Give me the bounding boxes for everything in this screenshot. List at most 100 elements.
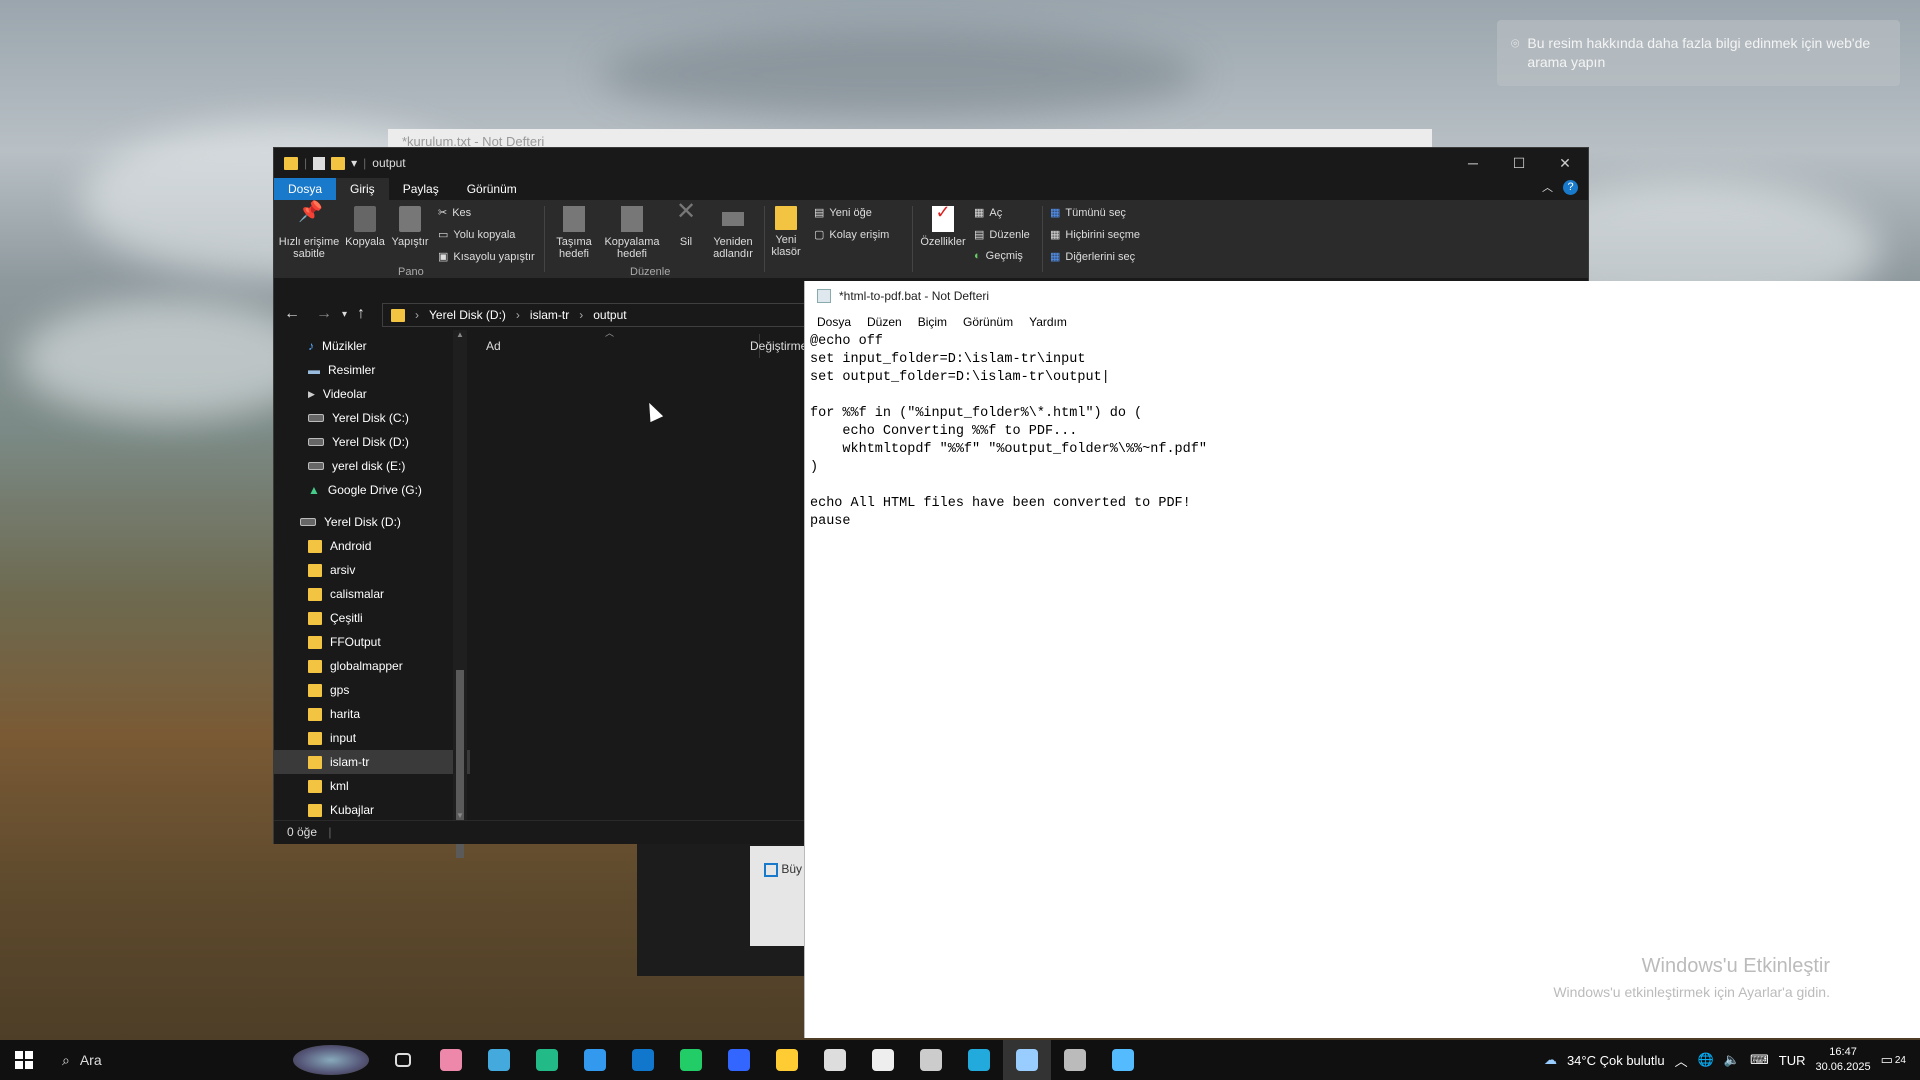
app6-icon[interactable]: [1099, 1040, 1147, 1080]
tab-paylas[interactable]: Paylaş: [389, 178, 453, 200]
chevron-down-icon[interactable]: ▾: [351, 156, 357, 170]
browser-icon[interactable]: [715, 1040, 763, 1080]
forward-arrow-icon[interactable]: →: [316, 305, 332, 323]
up-arrow-icon[interactable]: ↑: [357, 305, 365, 323]
settings-icon[interactable]: [907, 1040, 955, 1080]
rename-button[interactable]: Yeniden adlandır: [706, 206, 760, 260]
collapse-ribbon-icon[interactable]: ︿: [1542, 179, 1553, 195]
whatsapp-icon[interactable]: [667, 1040, 715, 1080]
notepad-editor[interactable]: @echo off set input_folder=D:\islam-tr\i…: [808, 333, 1920, 1038]
nav-item[interactable]: arsiv: [274, 558, 470, 582]
nav-item[interactable]: Yerel Disk (C:): [274, 406, 470, 430]
app3-icon[interactable]: [859, 1040, 907, 1080]
paste-button[interactable]: Yapıştır: [388, 206, 432, 248]
invert-selection-button[interactable]: ▦ Diğerlerini seç: [1050, 250, 1135, 264]
copy-to-button[interactable]: Kopyalama hedefi: [602, 206, 662, 260]
app4-icon[interactable]: [955, 1040, 1003, 1080]
app5-icon[interactable]: [1051, 1040, 1099, 1080]
open-button[interactable]: ▦ Aç: [974, 206, 1002, 220]
nav-item[interactable]: kml: [274, 774, 470, 798]
keyboard-icon[interactable]: ⌨: [1750, 1052, 1769, 1068]
tab-gorunum[interactable]: Görünüm: [453, 178, 531, 200]
menu-yardim[interactable]: Yardım: [1021, 315, 1075, 329]
nav-item[interactable]: Kubajlar: [274, 798, 470, 820]
nav-item[interactable]: Çeşitli: [274, 606, 470, 630]
breadcrumb-item[interactable]: Yerel Disk (D:): [429, 308, 506, 322]
search-highlight-icon[interactable]: [293, 1045, 369, 1075]
minimize-icon[interactable]: ─: [1450, 148, 1496, 178]
nav-item[interactable]: globalmapper: [274, 654, 470, 678]
nav-item[interactable]: islam-tr: [274, 750, 470, 774]
new-item-button[interactable]: ▤ Yeni öğe: [814, 206, 872, 220]
select-none-button[interactable]: ▦ Hiçbirini seçme: [1050, 228, 1140, 242]
volume-icon[interactable]: 🔈: [1724, 1052, 1740, 1068]
close-icon[interactable]: ✕: [1542, 148, 1588, 178]
easy-access-button[interactable]: ▢ Kolay erişim: [814, 228, 889, 242]
nav-item[interactable]: FFOutput: [274, 630, 470, 654]
copy-button[interactable]: Kopyala: [344, 206, 386, 248]
chevron-up-icon[interactable]: ︿: [1675, 1051, 1688, 1070]
properties-button[interactable]: ✓ Özellikler: [916, 203, 970, 248]
nav-item[interactable]: Yerel Disk (D:): [274, 430, 470, 454]
menu-dosya[interactable]: Dosya: [809, 315, 859, 329]
new-folder-icon[interactable]: [331, 156, 346, 170]
weather-text[interactable]: 34°C Çok bulutlu: [1567, 1053, 1665, 1068]
maximize-icon[interactable]: ☐: [1496, 148, 1542, 178]
new-folder-button[interactable]: Yeni klasör: [768, 206, 804, 258]
start-button[interactable]: [0, 1040, 48, 1080]
nav-item[interactable]: ▬ Resimler: [274, 358, 470, 382]
pin-button[interactable]: 📌 Hızlı erişime sabitle: [278, 202, 340, 260]
delete-button[interactable]: ✕ Sil: [668, 200, 704, 249]
nav-item[interactable]: Yerel Disk (D:): [274, 510, 470, 534]
nav-item[interactable]: calismalar: [274, 582, 470, 606]
copy-path-button[interactable]: ▭ Yolu kopyala: [438, 228, 515, 242]
explorer-icon[interactable]: [763, 1040, 811, 1080]
notepad-icon[interactable]: [1003, 1040, 1051, 1080]
nav-item[interactable]: ▲ Google Drive (G:): [274, 478, 470, 502]
nav-item[interactable]: ▶ Videolar: [274, 382, 470, 406]
edit-button[interactable]: ▤ Düzenle: [974, 228, 1030, 242]
column-header-modified[interactable]: Değiştirme: [750, 339, 810, 353]
separator: [1042, 206, 1043, 272]
recent-chevron-icon[interactable]: ▾: [342, 309, 347, 320]
nav-item[interactable]: ♪ Müzikler: [274, 334, 470, 358]
cut-button[interactable]: ✂ Kes: [438, 206, 471, 220]
checkbox[interactable]: [764, 862, 778, 877]
clock[interactable]: 16:47 30.06.2025: [1816, 1045, 1871, 1075]
menu-gorunum[interactable]: Görünüm: [955, 315, 1021, 329]
nav-item[interactable]: harita: [274, 702, 470, 726]
taskbar-search[interactable]: ⌕ Ara: [48, 1052, 248, 1069]
app-icon[interactable]: [475, 1040, 523, 1080]
paste-shortcut-button[interactable]: ▣ Kısayolu yapıştır: [438, 250, 535, 264]
scroll-down-icon[interactable]: ▼: [456, 811, 464, 820]
task-view-icon[interactable]: [379, 1040, 427, 1080]
scroll-up-icon[interactable]: ▲: [453, 330, 467, 339]
network-icon[interactable]: 🌐: [1698, 1052, 1714, 1068]
history-button[interactable]: ◐ Geçmiş: [974, 250, 1023, 262]
search-hint[interactable]: ⌾ Bu resim hakkında daha fazla bilgi edi…: [1497, 20, 1900, 86]
properties-icon[interactable]: [313, 156, 326, 170]
menu-bicim[interactable]: Biçim: [910, 315, 955, 329]
breadcrumb-item[interactable]: islam-tr: [530, 308, 569, 322]
breadcrumb-item[interactable]: output: [593, 308, 626, 322]
outlook-icon[interactable]: [619, 1040, 667, 1080]
nav-item[interactable]: input: [274, 726, 470, 750]
menu-duzen[interactable]: Düzen: [859, 315, 910, 329]
notification-button[interactable]: ▭ 24: [1881, 1052, 1906, 1068]
tab-giris[interactable]: Giriş: [336, 178, 389, 200]
app2-icon[interactable]: [811, 1040, 859, 1080]
nav-item[interactable]: yerel disk (E:): [274, 454, 470, 478]
nav-scrollbar[interactable]: ▲ ▼: [453, 330, 467, 858]
language-indicator[interactable]: TUR: [1779, 1053, 1806, 1068]
copilot-icon[interactable]: [427, 1040, 475, 1080]
select-all-button[interactable]: ▦ Tümünü seç: [1050, 206, 1126, 220]
nav-item[interactable]: gps: [274, 678, 470, 702]
column-header-name[interactable]: Ad ︿: [470, 328, 760, 358]
back-arrow-icon[interactable]: ←: [284, 305, 300, 323]
tab-dosya[interactable]: Dosya: [274, 178, 337, 200]
move-to-button[interactable]: Taşıma hedefi: [550, 206, 598, 260]
help-icon[interactable]: ?: [1563, 179, 1578, 195]
nav-item[interactable]: Android: [274, 534, 470, 558]
edge-icon[interactable]: [523, 1040, 571, 1080]
store-icon[interactable]: [571, 1040, 619, 1080]
